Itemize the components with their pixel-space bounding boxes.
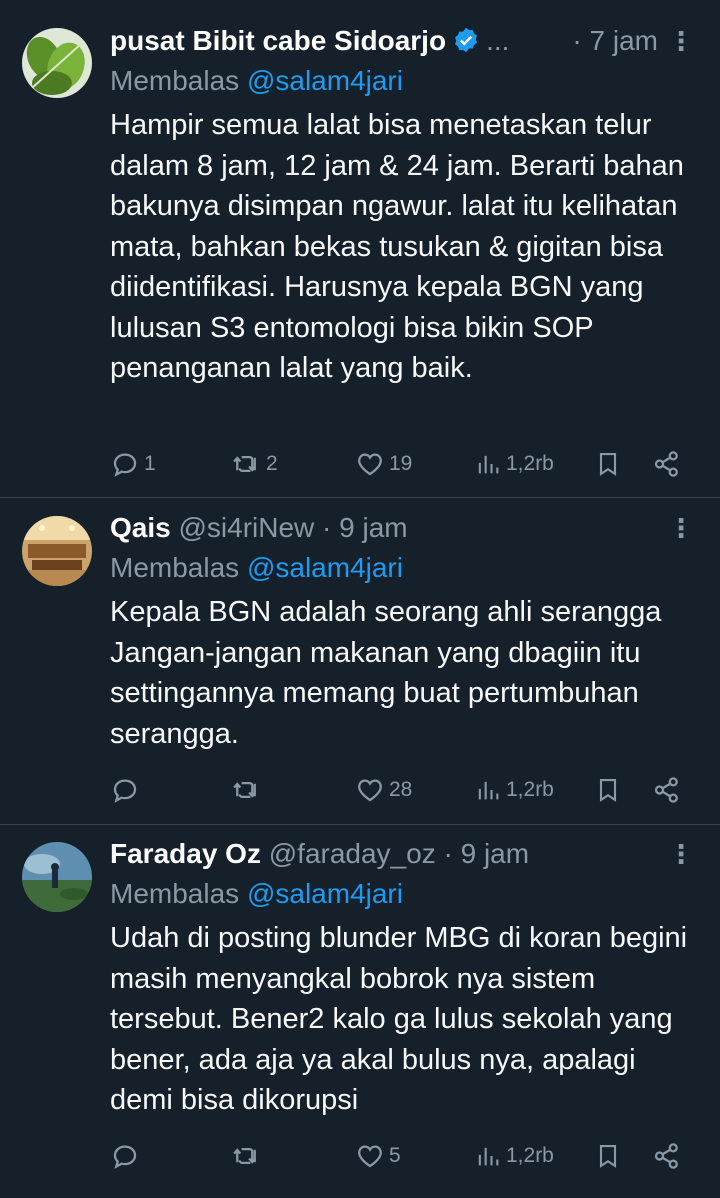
like-button[interactable]: 28 xyxy=(355,770,412,810)
heart-icon xyxy=(358,779,382,802)
share-icon xyxy=(654,777,678,803)
reply-icon xyxy=(113,779,137,803)
tweet[interactable]: Faraday Oz @faraday_oz · 9 jam ⋮ Membala… xyxy=(0,825,720,1198)
reply-button[interactable] xyxy=(110,1136,144,1176)
reply-context: Membalas @salam4jari xyxy=(110,548,704,588)
views-icon xyxy=(478,1147,499,1166)
retweet-button[interactable]: 2 xyxy=(230,444,278,484)
like-count: 28 xyxy=(389,778,413,801)
bookmark-icon xyxy=(599,779,617,802)
views-count: 1,2rb xyxy=(506,778,554,801)
retweet-icon xyxy=(233,456,257,472)
reply-count: 1 xyxy=(144,452,156,475)
tweet[interactable]: pusat Bibit cabe Sidoarjo... · 7 jam ⋮ M… xyxy=(0,0,720,498)
reply-feed: pusat Bibit cabe Sidoarjo... · 7 jam ⋮ M… xyxy=(0,0,720,1198)
avatar[interactable] xyxy=(22,842,92,912)
avatar[interactable] xyxy=(22,28,92,98)
like-count: 5 xyxy=(389,1144,401,1167)
views-count: 1,2rb xyxy=(506,1144,554,1167)
user-handle[interactable]: @si4riNew xyxy=(178,512,314,543)
reply-icon xyxy=(113,453,137,477)
more-vertical-icon[interactable]: ⋮ xyxy=(668,834,694,874)
share-icon xyxy=(654,451,678,477)
timestamp[interactable]: · 9 jam xyxy=(443,838,529,869)
bookmark-icon xyxy=(599,1145,617,1168)
reply-to-link[interactable]: @salam4jari xyxy=(247,878,403,909)
views-count: 1,2rb xyxy=(506,452,554,475)
views-icon xyxy=(478,781,499,800)
reply-icon xyxy=(113,1145,137,1169)
reply-prefix: Membalas xyxy=(110,65,240,96)
tweet-text: Hampir semua lalat bisa menetaskan telur… xyxy=(110,109,692,384)
retweet-count: 2 xyxy=(266,452,278,475)
reply-to-link[interactable]: @salam4jari xyxy=(247,552,403,583)
share-button[interactable] xyxy=(652,770,682,810)
retweet-icon xyxy=(233,782,257,798)
action-bar: 5 1,2rb xyxy=(110,1136,704,1176)
timestamp[interactable]: · 9 jam xyxy=(322,512,408,543)
views-button[interactable]: 1,2rb xyxy=(474,1136,554,1176)
heart-icon xyxy=(358,1145,382,1168)
views-button[interactable]: 1,2rb xyxy=(474,444,554,484)
more-vertical-icon[interactable]: ⋮ xyxy=(668,21,694,61)
display-name[interactable]: pusat Bibit cabe Sidoarjo xyxy=(110,25,446,56)
name-truncation: ... xyxy=(486,25,510,56)
verified-badge-icon xyxy=(452,25,480,53)
views-button[interactable]: 1,2rb xyxy=(474,770,554,810)
like-button[interactable]: 5 xyxy=(355,1136,401,1176)
tweet-text: Udah di posting blunder MBG di koran beg… xyxy=(110,922,696,1116)
reply-prefix: Membalas xyxy=(110,552,240,583)
reply-context: Membalas @salam4jari xyxy=(110,61,704,101)
more-vertical-icon[interactable]: ⋮ xyxy=(668,508,694,548)
reply-context: Membalas @salam4jari xyxy=(110,874,704,914)
reply-prefix: Membalas xyxy=(110,878,240,909)
reply-to-link[interactable]: @salam4jari xyxy=(247,65,403,96)
display-name[interactable]: Faraday Oz xyxy=(110,838,261,869)
tweet-text: Kepala BGN adalah seorang ahli serangga … xyxy=(110,596,670,750)
action-bar: 1 2 19 1,2rb xyxy=(110,444,704,484)
retweet-button[interactable] xyxy=(230,770,266,810)
share-icon xyxy=(654,1143,678,1169)
timestamp[interactable]: · 7 jam xyxy=(572,21,658,61)
display-name[interactable]: Qais xyxy=(110,512,171,543)
heart-icon xyxy=(358,453,382,476)
user-handle[interactable]: @faraday_oz xyxy=(269,838,436,869)
like-button[interactable]: 19 xyxy=(355,444,412,484)
tweet[interactable]: Qais @si4riNew · 9 jam ⋮ Membalas @salam… xyxy=(0,498,720,825)
share-button[interactable] xyxy=(652,1136,682,1176)
share-button[interactable] xyxy=(652,444,682,484)
views-icon xyxy=(478,455,499,474)
reply-button[interactable]: 1 xyxy=(110,444,156,484)
avatar[interactable] xyxy=(22,516,92,586)
bookmark-button[interactable] xyxy=(594,444,622,484)
retweet-button[interactable] xyxy=(230,1136,266,1176)
tweet-header: Faraday Oz @faraday_oz · 9 jam ⋮ xyxy=(110,834,704,874)
reply-button[interactable] xyxy=(110,770,144,810)
like-count: 19 xyxy=(389,452,413,475)
bookmark-icon xyxy=(599,453,617,476)
bookmark-button[interactable] xyxy=(594,1136,622,1176)
tweet-header: pusat Bibit cabe Sidoarjo... · 7 jam ⋮ xyxy=(110,21,704,61)
retweet-icon xyxy=(233,1148,257,1164)
tweet-header: Qais @si4riNew · 9 jam ⋮ xyxy=(110,508,704,548)
bookmark-button[interactable] xyxy=(594,770,622,810)
action-bar: 28 1,2rb xyxy=(110,770,704,810)
